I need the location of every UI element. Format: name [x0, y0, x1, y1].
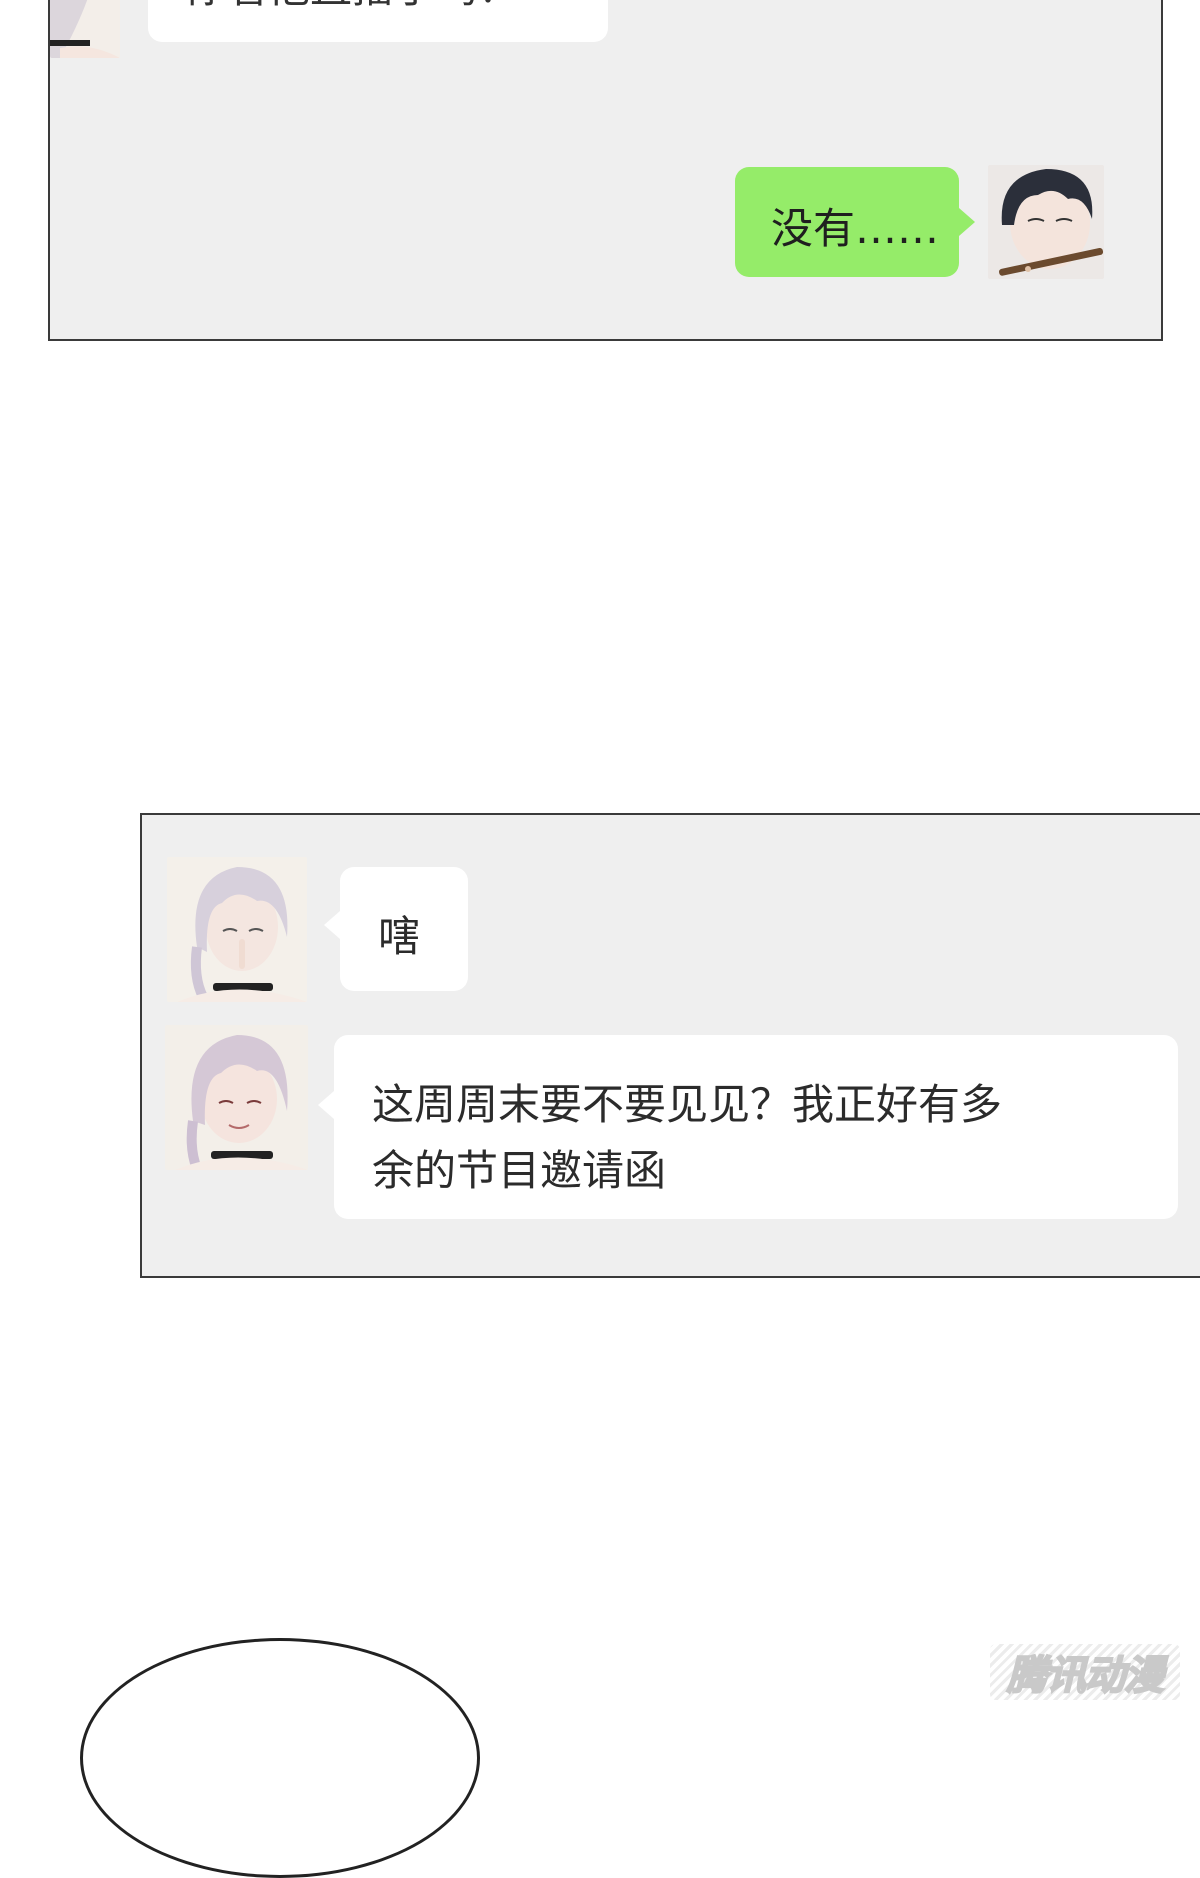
message-bubble-other: 嗐 — [340, 867, 468, 991]
silver-hair-shush-avatar — [167, 857, 307, 1002]
speech-balloon-outline — [80, 1638, 480, 1878]
message-text: 你看他直播了吗？ — [184, 0, 520, 15]
message-bubble-other: 这周周末要不要见见？我正好有多 余的节目邀请函 — [334, 1035, 1178, 1219]
chat-panel-bottom: 嗐 这周周末要不要见见？我正好有多 余的节目邀请函 — [140, 813, 1200, 1278]
bubble-tail — [324, 911, 340, 939]
silver-hair-smile-avatar — [165, 1025, 308, 1170]
message-text-line-1: 这周周末要不要见见？我正好有多 — [372, 1080, 1003, 1129]
message-bubble-self: 没有…… — [735, 167, 959, 277]
chat-panel-top: 你看他直播了吗？ 没有…… — [48, 0, 1163, 341]
silver-hair-avatar — [50, 0, 120, 58]
message-text: 嗐 — [378, 912, 421, 961]
dark-hair-flute-avatar — [988, 165, 1104, 279]
message-text: 没有…… — [771, 204, 940, 253]
message-text-line-2: 余的节目邀请函 — [372, 1146, 667, 1195]
message-bubble-other: 你看他直播了吗？ — [148, 0, 608, 42]
watermark-logo: 腾讯动漫 — [990, 1644, 1180, 1700]
bubble-tail — [959, 208, 975, 236]
bubble-tail — [318, 1091, 334, 1119]
